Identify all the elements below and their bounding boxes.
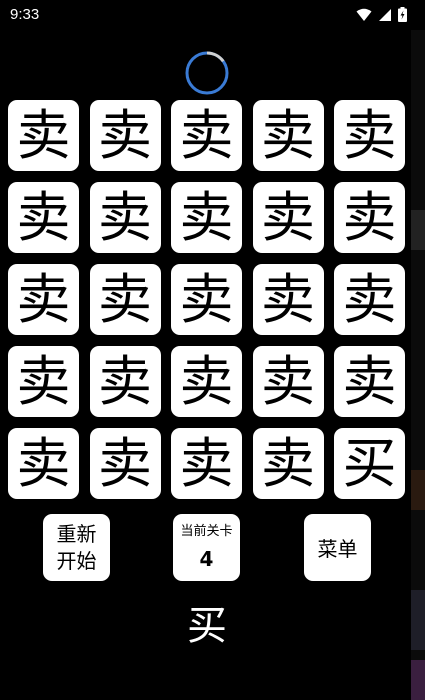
background-app-edge (411, 30, 425, 700)
countdown-timer-icon (184, 50, 230, 96)
grid-tile[interactable]: 卖 (89, 264, 161, 335)
level-title: 当前关卡 (180, 523, 233, 539)
grid-tile[interactable]: 卖 (171, 182, 242, 253)
wifi-icon (356, 7, 372, 26)
grid-tile[interactable]: 卖 (89, 428, 161, 499)
status-time: 9:33 (10, 6, 40, 23)
grid-tile[interactable]: 卖 (334, 346, 405, 417)
grid-tile[interactable]: 卖 (89, 182, 161, 253)
grid-tile[interactable]: 卖 (171, 264, 242, 335)
grid-tile[interactable]: 卖 (8, 182, 79, 253)
signal-icon (378, 7, 392, 26)
grid-tile[interactable]: 卖 (8, 264, 79, 335)
grid-tile[interactable]: 卖 (8, 100, 79, 171)
character-grid: 卖 卖 卖 卖 卖 卖 卖 卖 卖 卖 卖 卖 卖 卖 卖 卖 卖 卖 卖 卖 … (8, 100, 408, 499)
grid-tile[interactable]: 卖 (171, 346, 242, 417)
level-number: 4 (199, 546, 214, 571)
grid-tile-odd[interactable]: 买 (334, 428, 405, 499)
grid-tile[interactable]: 卖 (334, 100, 405, 171)
grid-tile[interactable]: 卖 (252, 346, 324, 417)
grid-tile[interactable]: 卖 (252, 264, 324, 335)
status-bar: 9:33 (0, 0, 425, 30)
grid-tile[interactable]: 卖 (334, 182, 405, 253)
grid-tile[interactable]: 卖 (171, 100, 242, 171)
menu-label: 菜单 (317, 537, 358, 561)
current-level-card: 当前关卡 4 (173, 514, 240, 581)
grid-tile[interactable]: 卖 (252, 100, 324, 171)
grid-tile[interactable]: 卖 (89, 346, 161, 417)
restart-label-line2: 开始 (56, 548, 97, 573)
grid-tile[interactable]: 卖 (334, 264, 405, 335)
menu-button[interactable]: 菜单 (304, 514, 371, 581)
grid-tile[interactable]: 卖 (89, 100, 161, 171)
status-icons (356, 7, 407, 26)
battery-icon (398, 7, 407, 26)
grid-tile[interactable]: 卖 (8, 428, 79, 499)
restart-label-line1: 重新 (56, 521, 97, 546)
grid-tile[interactable]: 卖 (171, 428, 242, 499)
grid-tile[interactable]: 卖 (252, 428, 324, 499)
target-character: 买 (187, 603, 227, 649)
grid-tile[interactable]: 卖 (8, 346, 79, 417)
grid-tile[interactable]: 卖 (252, 182, 324, 253)
restart-button[interactable]: 重新 开始 (43, 514, 110, 581)
